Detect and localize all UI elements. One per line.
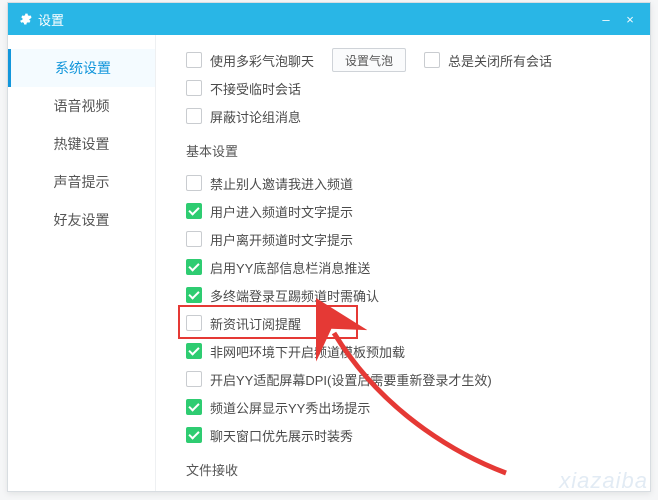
checkbox[interactable] xyxy=(186,231,202,247)
checkbox-block-discuss[interactable] xyxy=(186,108,202,124)
basic-row: 用户进入频道时文字提示 xyxy=(186,198,628,224)
checkbox-label: 用户离开频道时文字提示 xyxy=(210,230,628,249)
basic-row: 新资讯订阅提醒 xyxy=(186,310,628,336)
gear-icon xyxy=(18,12,32,26)
checkbox[interactable] xyxy=(186,343,202,359)
close-button[interactable]: × xyxy=(618,12,642,27)
checkbox[interactable] xyxy=(186,203,202,219)
sidebar-item-system[interactable]: 系统设置 xyxy=(8,49,155,87)
sidebar: 系统设置 语音视频 热键设置 声音提示 好友设置 xyxy=(8,35,156,491)
checkbox-label: 非网吧环境下开启频道模板预加载 xyxy=(210,342,628,361)
checkbox-label: 频道公屏显示YY秀出场提示 xyxy=(210,398,628,417)
basic-row: 禁止别人邀请我进入频道 xyxy=(186,170,628,196)
sidebar-item-friends[interactable]: 好友设置 xyxy=(8,201,155,239)
checkbox[interactable] xyxy=(186,315,202,331)
basic-row: 开启YY适配屏幕DPI(设置后需要重新登录才生效) xyxy=(186,366,628,392)
checkbox-label: 禁止别人邀请我进入频道 xyxy=(210,174,628,193)
settings-window: 设置 – × 系统设置 语音视频 热键设置 声音提示 好友设置 使用多彩气泡聊天… xyxy=(7,2,651,492)
checkbox[interactable] xyxy=(186,175,202,191)
basic-row: 用户离开频道时文字提示 xyxy=(186,226,628,252)
checkbox[interactable] xyxy=(186,371,202,387)
checkbox-label: 启用YY底部信息栏消息推送 xyxy=(210,258,628,277)
minimize-button[interactable]: – xyxy=(594,12,618,27)
checkbox-label: 聊天窗口优先展示时装秀 xyxy=(210,426,628,445)
main-panel: 使用多彩气泡聊天 设置气泡 总是关闭所有会话 不接受临时会话 屏蔽讨论组消息 基… xyxy=(156,35,650,491)
checkbox[interactable] xyxy=(186,259,202,275)
titlebar[interactable]: 设置 – × xyxy=(8,3,650,35)
checkbox[interactable] xyxy=(186,399,202,415)
sidebar-item-hotkey[interactable]: 热键设置 xyxy=(8,125,155,163)
row-always-close: 总是关闭所有会话 xyxy=(424,47,552,73)
basic-section-title: 基本设置 xyxy=(186,141,628,160)
sidebar-item-sound[interactable]: 声音提示 xyxy=(8,163,155,201)
basic-row: 非网吧环境下开启频道模板预加载 xyxy=(186,338,628,364)
basic-row: 启用YY底部信息栏消息推送 xyxy=(186,254,628,280)
file-hint: 默认把接收到的文件保存在此文件夹中： xyxy=(186,489,628,491)
set-bubble-button[interactable]: 设置气泡 xyxy=(332,48,406,72)
checkbox-label: 用户进入频道时文字提示 xyxy=(210,202,628,221)
basic-row: 频道公屏显示YY秀出场提示 xyxy=(186,394,628,420)
row-no-temp-session: 不接受临时会话 xyxy=(186,75,628,101)
checkbox-label: 开启YY适配屏幕DPI(设置后需要重新登录才生效) xyxy=(210,370,628,389)
file-section-title: 文件接收 xyxy=(186,460,628,479)
window-title: 设置 xyxy=(38,10,594,29)
checkbox-colorful-bubble[interactable] xyxy=(186,52,202,68)
row-block-discuss: 屏蔽讨论组消息 xyxy=(186,103,628,129)
checkbox[interactable] xyxy=(186,427,202,443)
basic-row: 多终端登录互踢频道时需确认 xyxy=(186,282,628,308)
checkbox[interactable] xyxy=(186,287,202,303)
label-always-close: 总是关闭所有会话 xyxy=(448,51,552,70)
label-no-temp-session: 不接受临时会话 xyxy=(210,79,628,98)
sidebar-item-voice[interactable]: 语音视频 xyxy=(8,87,155,125)
checkbox-label: 新资讯订阅提醒 xyxy=(210,314,628,333)
label-colorful-bubble: 使用多彩气泡聊天 xyxy=(210,51,314,70)
basic-row: 聊天窗口优先展示时装秀 xyxy=(186,422,628,448)
checkbox-always-close[interactable] xyxy=(424,52,440,68)
row-colorful-bubble: 使用多彩气泡聊天 xyxy=(186,47,314,73)
label-block-discuss: 屏蔽讨论组消息 xyxy=(210,107,628,126)
checkbox-label: 多终端登录互踢频道时需确认 xyxy=(210,286,628,305)
checkbox-no-temp-session[interactable] xyxy=(186,80,202,96)
